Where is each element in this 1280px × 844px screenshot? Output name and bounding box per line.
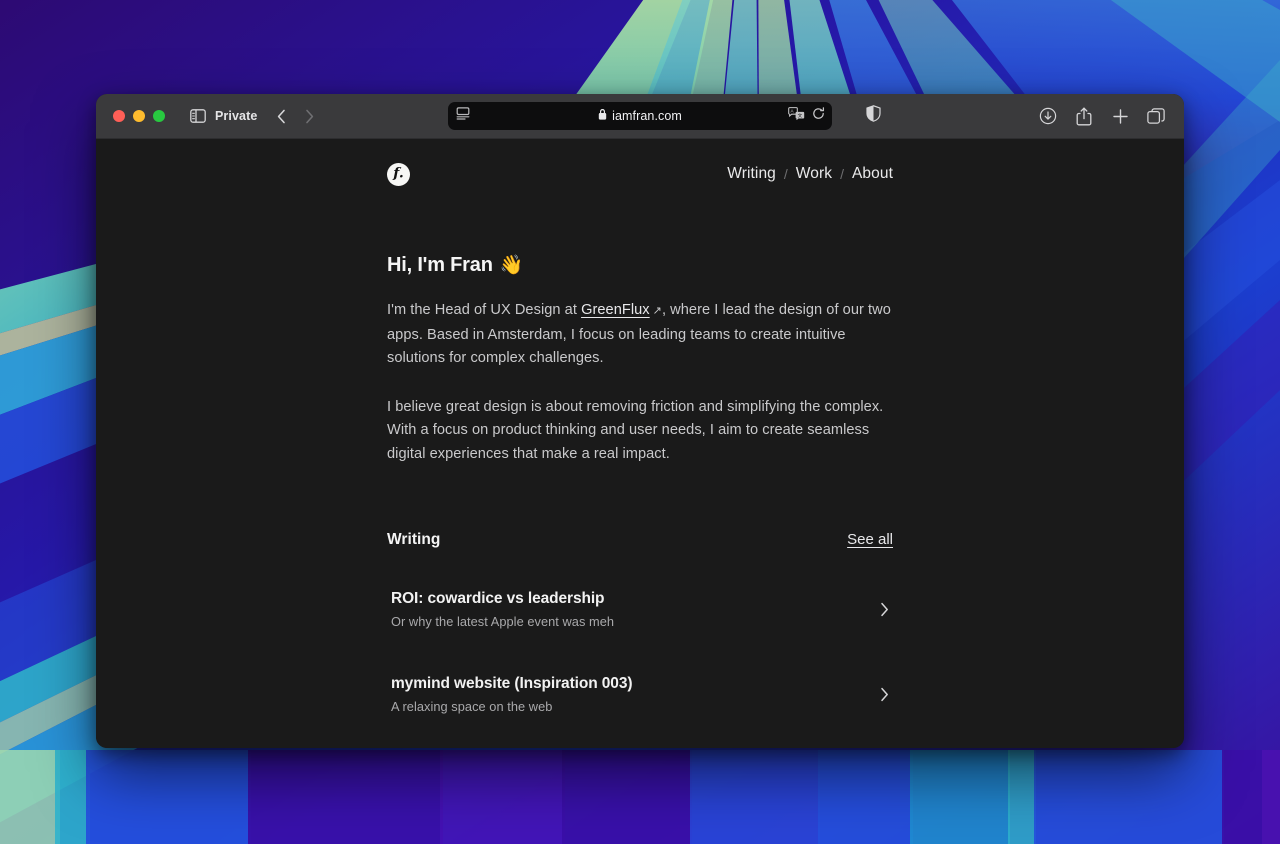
nav-item-about[interactable]: About bbox=[852, 165, 893, 183]
reload-icon[interactable] bbox=[812, 107, 825, 125]
new-tab-icon[interactable] bbox=[1110, 106, 1130, 126]
article-row[interactable]: ROI: cowardice vs leadership Or why the … bbox=[387, 578, 893, 641]
external-link-icon: ↗ bbox=[652, 305, 662, 317]
site-header: f. Writing / Work / About bbox=[387, 158, 893, 190]
article-row[interactable]: mymind website (Inspiration 003) A relax… bbox=[387, 663, 893, 726]
page-title: Hi, I'm Fran 👋 bbox=[387, 254, 893, 277]
nav-separator: / bbox=[783, 166, 788, 182]
article-subtitle: Or why the latest Apple event was meh bbox=[391, 613, 615, 629]
nav-separator: / bbox=[840, 166, 844, 182]
lock-icon bbox=[598, 107, 607, 125]
article-text: mymind website (Inspiration 003) A relax… bbox=[391, 674, 633, 714]
article-title: mymind website (Inspiration 003) bbox=[391, 674, 633, 692]
translate-icon[interactable]: A 文 bbox=[788, 107, 805, 125]
browser-toolbar: Private iamfran.com A 文 bbox=[96, 94, 1184, 139]
intro-paragraph-1: I'm the Head of UX Design at GreenFlux ↗,… bbox=[387, 299, 893, 371]
maximize-window-button[interactable] bbox=[153, 110, 165, 122]
browser-window: Private iamfran.com A 文 f. Writing / Wor… bbox=[96, 94, 1184, 748]
privacy-shield-icon[interactable] bbox=[866, 105, 881, 127]
toolbar-right-group bbox=[1038, 106, 1166, 126]
waving-hand-icon: 👋 bbox=[499, 255, 524, 276]
article-text: ROI: cowardice vs leadership Or why the … bbox=[391, 590, 614, 629]
intro-paragraph-2: I believe great design is about removing… bbox=[387, 398, 884, 462]
url-text: iamfran.com bbox=[612, 109, 682, 123]
close-window-button[interactable] bbox=[113, 110, 125, 122]
writing-section-header: Writing See all bbox=[387, 531, 893, 549]
logo-mark: f. bbox=[393, 165, 404, 182]
downloads-icon[interactable] bbox=[1038, 106, 1058, 126]
svg-text:A: A bbox=[791, 109, 795, 114]
url-display: iamfran.com bbox=[448, 107, 832, 125]
nav-item-writing[interactable]: Writing bbox=[727, 165, 776, 183]
see-all-link[interactable]: See all bbox=[847, 531, 893, 548]
forward-arrow-icon[interactable] bbox=[299, 105, 319, 127]
writing-heading: Writing bbox=[387, 530, 441, 548]
web-page-content: f. Writing / Work / About Hi, I'm Fran 👋… bbox=[96, 139, 1184, 748]
tab-overview-icon[interactable] bbox=[1146, 106, 1166, 126]
chevron-right-icon bbox=[880, 687, 889, 702]
site-logo[interactable]: f. bbox=[387, 162, 410, 186]
greenflux-link[interactable]: GreenFlux bbox=[581, 302, 650, 318]
address-bar-actions: A 文 bbox=[788, 107, 825, 125]
article-title: ROI: cowardice vs leadership bbox=[391, 589, 605, 607]
site-navigation: Writing / Work / About bbox=[727, 165, 893, 183]
window-controls bbox=[96, 110, 165, 122]
article-subtitle: A relaxing space on the web bbox=[391, 698, 553, 714]
writing-section: Writing See all ROI: cowardice vs leader… bbox=[387, 531, 893, 748]
reader-mode-icon[interactable] bbox=[456, 107, 470, 125]
nav-item-work[interactable]: Work bbox=[796, 165, 832, 183]
back-arrow-icon[interactable] bbox=[271, 105, 291, 127]
article-list: ROI: cowardice vs leadership Or why the … bbox=[387, 578, 893, 748]
sidebar-toggle-icon[interactable] bbox=[187, 105, 209, 127]
navigation-arrows bbox=[271, 105, 319, 127]
private-browsing-label: Private bbox=[215, 109, 258, 123]
toolbar-left-group: Private bbox=[165, 105, 319, 127]
minimize-window-button[interactable] bbox=[133, 110, 145, 122]
hero-title-text: Hi, I'm Fran bbox=[387, 254, 493, 276]
share-icon[interactable] bbox=[1074, 106, 1094, 126]
intro-text-before: I'm the Head of UX Design at bbox=[387, 302, 582, 318]
address-bar[interactable]: iamfran.com A 文 bbox=[448, 102, 832, 130]
svg-text:文: 文 bbox=[798, 112, 803, 119]
chevron-right-icon bbox=[880, 602, 889, 617]
hero-section: Hi, I'm Fran 👋 I'm the Head of UX Design… bbox=[387, 254, 893, 467]
